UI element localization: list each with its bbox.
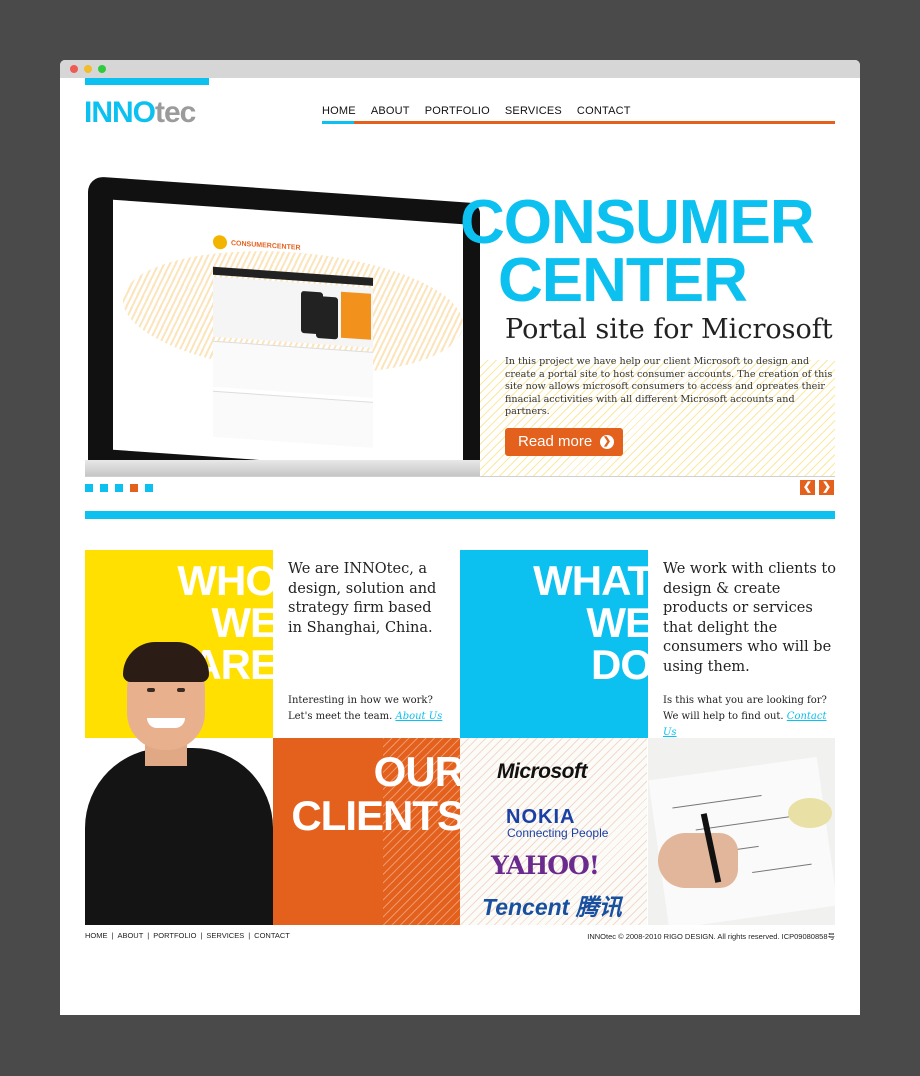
photo-smile — [147, 718, 185, 728]
sketching-photo — [648, 738, 835, 925]
photo-eye — [177, 688, 185, 692]
what-cta-line2-wrap: We will help to find out. Contact Us — [663, 709, 838, 741]
tape-roll — [788, 798, 832, 828]
chevron-left-icon[interactable]: ❮ — [800, 480, 815, 495]
slider-dot[interactable] — [115, 484, 123, 492]
hero-banner: CONSUMERCENTER CONSUMER CENTER Portal si… — [85, 170, 835, 476]
nokia-tagline: Connecting People — [507, 826, 609, 840]
footer-nav-contact[interactable]: CONTACT — [254, 931, 290, 940]
heading-line: DO — [591, 641, 648, 688]
slider-dot[interactable] — [85, 484, 93, 492]
hero-title-line2: CENTER — [498, 246, 748, 315]
who-intro-text: We are INNOtec, a design, solution and s… — [288, 561, 437, 636]
client-logos-tile: Microsoft NOKIA Connecting People YAHOO!… — [460, 738, 647, 925]
footer-nav-home[interactable]: HOME — [85, 931, 108, 940]
logo-tec-text: tec — [155, 96, 196, 129]
slider-dot-active[interactable] — [130, 484, 138, 492]
hero-divider — [85, 476, 835, 477]
close-window-dot-icon[interactable] — [70, 65, 78, 73]
screen-content-row — [213, 340, 373, 398]
monitor-base — [85, 460, 480, 476]
footer-nav-services[interactable]: SERVICES — [206, 931, 244, 940]
photo-shirt — [85, 748, 273, 925]
footer-nav-portfolio[interactable]: PORTFOLIO — [153, 931, 196, 940]
site-logo[interactable]: INNOtec — [84, 96, 196, 130]
maximize-window-dot-icon[interactable] — [98, 65, 106, 73]
window-titlebar — [60, 60, 860, 78]
monitor-image: CONSUMERCENTER — [88, 176, 480, 476]
screen-logo-icon — [213, 234, 227, 250]
what-cta-line2: We will help to find out. — [663, 711, 784, 722]
microsoft-logo: Microsoft — [497, 760, 588, 783]
hero-description: In this project we have help our client … — [505, 356, 833, 418]
who-cta-line2-wrap: Let's meet the team. About Us — [288, 709, 458, 725]
team-member-photo — [85, 640, 273, 925]
screen-promo-card — [341, 291, 371, 340]
browser-window: INNOtec HOME ABOUT PORTFOLIO SERVICES CO… — [60, 60, 860, 1015]
read-more-label: Read more — [518, 433, 593, 450]
footer-separator: | — [200, 931, 203, 940]
sketch-line — [672, 794, 762, 809]
what-we-do-heading: WHAT WE DO — [533, 560, 648, 686]
who-cta-line1: Interesting in how we work? — [288, 695, 433, 706]
heading-line: WHO — [177, 557, 273, 604]
footer-copyright: INNOtec © 2008-2010 RIGO DESIGN. All rig… — [587, 932, 835, 941]
heading-line: OUR — [373, 748, 460, 795]
slider-pagination — [85, 484, 160, 492]
hero-subtitle: Portal site for Microsoft — [505, 314, 833, 345]
footer-separator: | — [111, 931, 114, 940]
section-divider-bar — [85, 511, 835, 519]
footer-nav-about[interactable]: ABOUT — [117, 931, 143, 940]
minimize-window-dot-icon[interactable] — [84, 65, 92, 73]
photo-hair — [123, 642, 209, 682]
monitor-screen: CONSUMERCENTER — [113, 199, 463, 475]
what-cta-line1: Is this what you are looking for? — [663, 695, 827, 706]
who-cta: Interesting in how we work? Let's meet t… — [288, 693, 458, 725]
who-cta-line2: Let's meet the team. — [288, 711, 393, 722]
what-we-do-tile: WHAT WE DO — [460, 550, 648, 738]
nav-active-indicator — [322, 121, 354, 124]
drawing-hand — [658, 833, 738, 888]
read-more-button[interactable]: Read more ❯ — [505, 428, 623, 456]
footer-separator: | — [248, 931, 251, 940]
arrow-right-circle-icon: ❯ — [600, 435, 614, 449]
footer-nav: HOME | ABOUT | PORTFOLIO | SERVICES | CONTACT — [85, 931, 290, 940]
slider-dot[interactable] — [100, 484, 108, 492]
logo-accent-bar — [85, 78, 209, 85]
heading-line: WHAT — [533, 557, 648, 604]
what-cta: Is this what you are looking for? We wil… — [663, 693, 838, 741]
heading-line: WE — [211, 599, 273, 646]
slider-dot[interactable] — [145, 484, 153, 492]
footer-separator: | — [147, 931, 150, 940]
our-clients-heading: OUR CLIENTS — [291, 750, 460, 838]
screen-content-row — [213, 390, 373, 448]
hero-title: CONSUMER CENTER — [460, 192, 815, 315]
what-intro-text: We work with clients to design & create … — [663, 561, 836, 675]
chevron-right-icon[interactable]: ❯ — [819, 480, 834, 495]
our-clients-tile[interactable]: OUR CLIENTS — [273, 738, 460, 925]
screen-title: CONSUMERCENTER — [231, 239, 301, 252]
yahoo-logo: YAHOO! — [491, 851, 600, 880]
sketch-line — [752, 863, 812, 874]
heading-line: CLIENTS — [291, 792, 460, 839]
heading-line: WE — [586, 599, 648, 646]
tencent-logo: Tencent 腾讯 — [482, 894, 622, 920]
about-us-link[interactable]: About Us — [395, 711, 442, 722]
nav-underline — [322, 121, 835, 124]
logo-inno-text: INNO — [84, 96, 156, 129]
photo-eye — [147, 688, 155, 692]
phone-image — [316, 295, 338, 340]
